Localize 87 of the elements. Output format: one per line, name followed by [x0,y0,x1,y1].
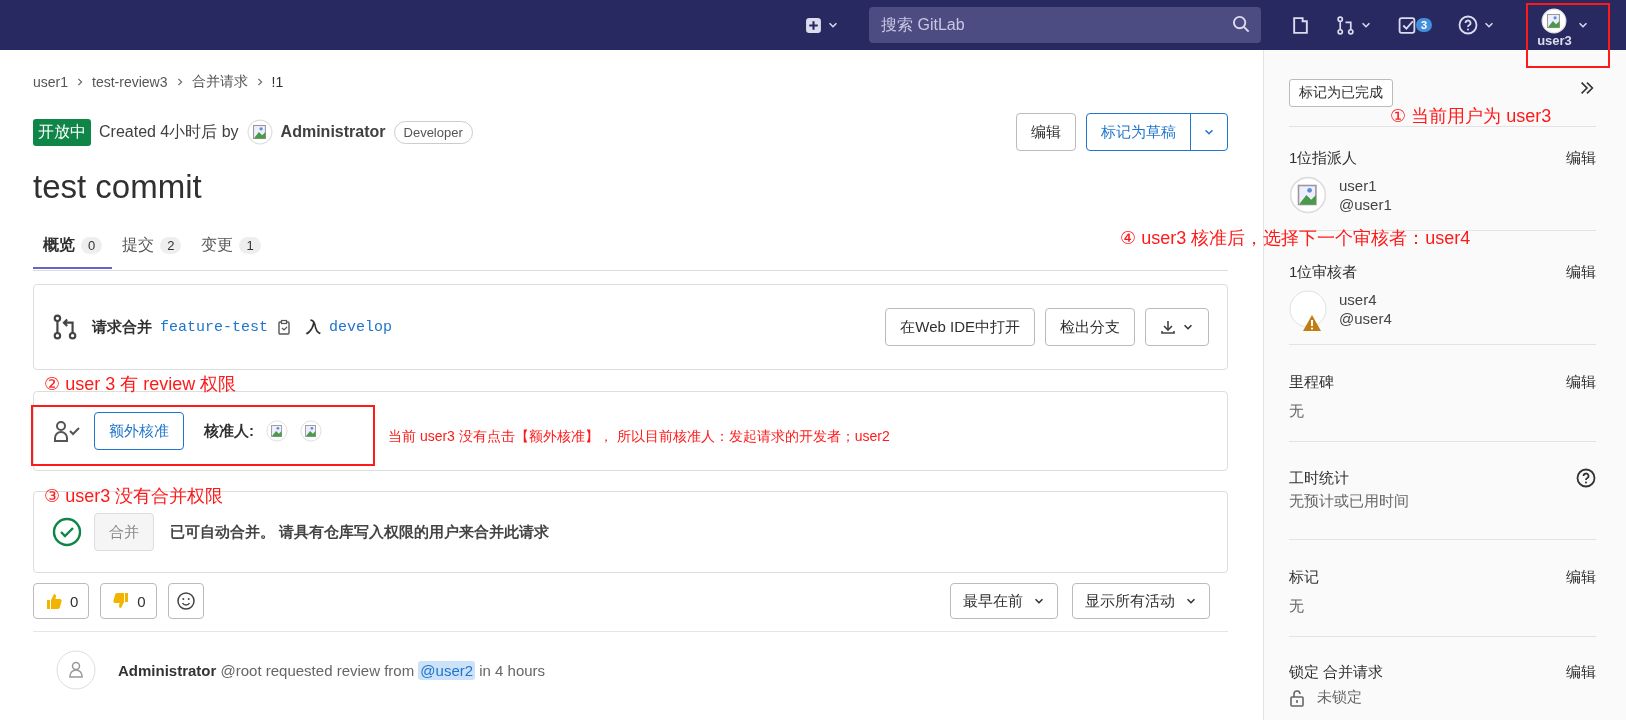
annotation-text: ① 当前用户为 user3 [1390,105,1552,128]
thumbs-down-button[interactable]: 0 [100,583,157,619]
unlocked-icon [1289,688,1305,707]
breadcrumb-link[interactable]: user1 [33,74,69,90]
user-mention-link[interactable]: @user2 [418,660,476,680]
tab[interactable]: 提交 2 [112,224,192,269]
section-value: 无 [1289,402,1305,421]
section-value: 无预计或已用时间 [1289,492,1410,511]
annotation-text: ③ user3 没有合并权限 [44,485,224,508]
document-icon[interactable] [1291,15,1310,35]
avatar-icon [1289,176,1327,214]
avatar-icon [1289,290,1327,328]
emoji-button[interactable] [167,583,204,619]
help-icon[interactable] [1576,468,1596,488]
user-handle: @user4 [1339,309,1392,328]
thumbs-up-button[interactable]: 0 [33,583,90,619]
chevron-right-icon [255,78,264,86]
dropdown-button[interactable] [1190,113,1228,151]
tab[interactable]: 概览 0 [33,224,113,269]
activity-text: Administrator @root requested review from @user2 in 4 hours [118,661,546,679]
page-title: test commit [33,168,203,206]
mark-draft-button[interactable]: 标记为草稿 [1086,113,1191,151]
section-title: 工时统计 [1289,468,1349,488]
merge-request-icon [52,314,78,340]
smiley-icon [175,591,196,611]
edit-link[interactable]: 编辑 [1566,568,1596,587]
edit-link[interactable]: 编辑 [1566,149,1596,168]
download-button[interactable] [1145,308,1209,346]
edit-link[interactable]: 编辑 [1566,263,1596,282]
user-icon [56,650,96,690]
count-badge: 0 [81,237,103,254]
status-badge: 开放中 [33,118,91,146]
count-badge: 2 [160,237,182,254]
approval-icon [52,419,82,443]
merge-status-text: 已可自动合并。 请具有仓库写入权限的用户来合并此请求 [170,522,550,542]
section-title: 1位审核者 [1289,263,1358,282]
source-branch[interactable]: feature-test [160,318,269,336]
mark-done-button[interactable]: 标记为已完成 [1289,79,1393,107]
toolbar-button[interactable]: 检出分支 [1045,308,1135,346]
checkbox-icon[interactable] [1398,15,1417,35]
sort-dropdown[interactable]: 最早在前 [950,583,1058,619]
avatar-icon [300,420,322,442]
into-label: 入 [306,317,322,337]
breadcrumb-link[interactable]: !1 [271,74,284,90]
todo-count: 3 [1416,18,1433,32]
edit-link[interactable]: 编辑 [1566,373,1596,392]
annotation-text: ④ user3 核准后，选择下一个审核者：user4 [1120,227,1471,250]
user-name[interactable]: user1 [1339,176,1392,195]
breadcrumb-link[interactable]: 合并请求 [191,73,248,91]
thumbs-up-icon [44,591,64,611]
section-title: 里程碑 [1289,373,1334,392]
collapse-icon[interactable] [1578,79,1596,97]
plus-square-icon [805,16,822,34]
created-text: Created 4小时后 by [99,121,239,142]
search-field[interactable]: 搜索 GitLab [869,7,1261,43]
check-circle-icon [52,517,82,547]
avatar-icon [246,119,273,145]
avatar-icon [1541,7,1568,34]
edit-button[interactable]: 编辑 [1016,113,1076,151]
approvers-label: 核准人: [204,421,254,441]
merge-request-icon[interactable] [1336,15,1355,35]
annotation-text: 当前 user3 没有点击【额外核准】， 所以目前核准人：发起请求的开发者；user2 [388,428,890,446]
toolbar-button[interactable]: 在Web IDE中打开 [885,308,1035,346]
user-handle: @user1 [1339,195,1392,214]
annotation-text: ② user 3 有 review 权限 [44,373,237,396]
download-icon [1160,319,1176,335]
avatar-icon [266,420,288,442]
search-icon [1232,15,1251,34]
author-name[interactable]: Administrator [280,123,386,141]
username[interactable]: user3 [1537,33,1572,47]
user-name[interactable]: user4 [1339,290,1392,309]
chevron-right-icon [76,78,85,86]
target-branch[interactable]: develop [329,318,393,336]
section-title: 标记 [1289,568,1319,587]
breadcrumb-link[interactable]: test-review3 [92,74,168,90]
merge-label: 请求合并 [92,317,152,337]
lock-status: 未锁定 [1317,688,1362,707]
edit-link[interactable]: 编辑 [1566,663,1596,682]
copy-icon[interactable] [276,319,293,335]
chevron-right-icon [175,78,184,86]
count-badge: 1 [239,237,261,254]
approve-button[interactable]: 额外核准 [94,412,184,450]
section-title: 1位指派人 [1289,149,1358,168]
tab[interactable]: 变更 1 [191,224,271,269]
section-title: 锁定 合并请求 [1289,663,1384,682]
filter-dropdown[interactable]: 显示所有活动 [1072,583,1210,619]
section-value: 无 [1289,597,1305,616]
